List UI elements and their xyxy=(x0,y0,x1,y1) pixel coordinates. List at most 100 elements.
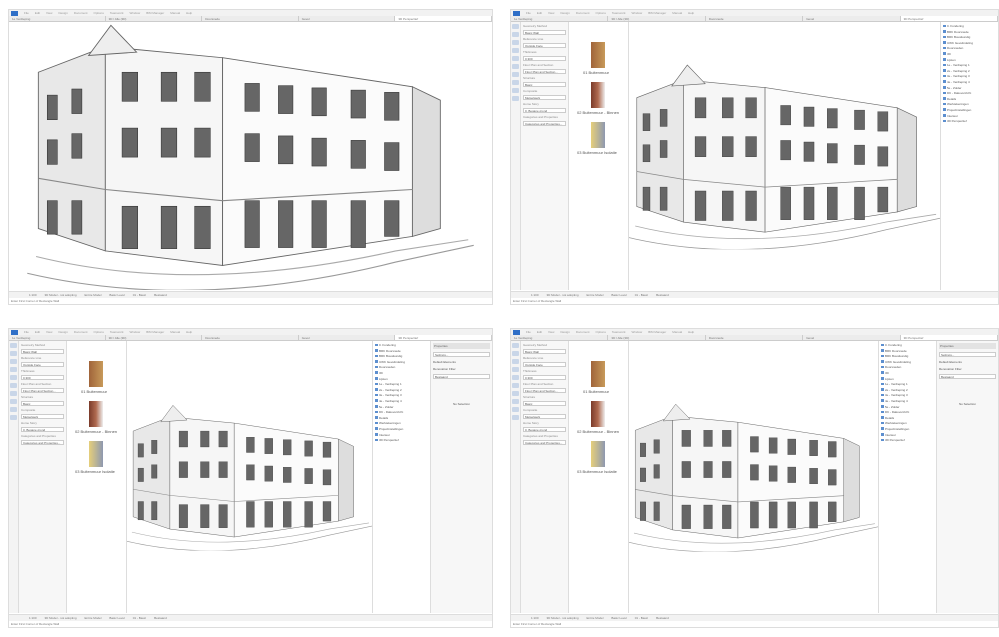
home-story-select[interactable]: 0. Begane grond xyxy=(21,427,64,432)
favorite-swatch-3[interactable] xyxy=(89,441,103,467)
menu-help[interactable]: Help xyxy=(186,330,192,334)
navigator-item[interactable]: BRK Doorsnede xyxy=(375,349,428,353)
favorite-swatch-3[interactable] xyxy=(591,441,605,467)
navigator-item[interactable]: UWK Gevelindeling xyxy=(881,360,934,364)
menu-edit[interactable]: Edit xyxy=(35,11,40,15)
favorite-swatch-1[interactable] xyxy=(591,361,605,387)
navigator-item[interactable]: Werktekeningen xyxy=(943,102,996,106)
tool-arrow-icon[interactable] xyxy=(10,343,17,348)
menu-file[interactable]: File xyxy=(526,330,531,334)
tool-window-icon[interactable] xyxy=(512,72,519,77)
menu-edit[interactable]: Edit xyxy=(35,330,40,334)
tool-stair-icon[interactable] xyxy=(10,407,17,412)
navigator-item[interactable]: Interieur xyxy=(375,433,428,437)
menu-manual[interactable]: Manual xyxy=(170,330,180,334)
geometry-field[interactable]: Basic Wall xyxy=(21,349,64,354)
level-select[interactable]: Basic Level xyxy=(109,616,124,620)
favorite-label-3[interactable]: 03 Buitenmuur Isolatie xyxy=(577,150,617,155)
navigator-item[interactable]: 5e - Zolder xyxy=(943,86,996,90)
settings-button[interactable]: Settings... xyxy=(939,352,996,357)
menu-view[interactable]: View xyxy=(46,11,52,15)
navigator-item[interactable]: BRK Bouwkundig xyxy=(943,35,996,39)
favorite-swatch-1[interactable] xyxy=(591,42,605,68)
navigator-item[interactable]: 4e - Verdieping 4 xyxy=(943,80,996,84)
model-view-select[interactable]: 3D Model - not adopting xyxy=(547,616,579,620)
navigator-item[interactable]: 2e - Verdieping 2 xyxy=(943,69,996,73)
navigator-item[interactable]: DK - Dakoverzicht xyxy=(943,91,996,95)
3d-viewport[interactable] xyxy=(629,341,878,613)
menu-manual[interactable]: Manual xyxy=(672,11,682,15)
tab-floor-plan[interactable]: 1e Verdieping xyxy=(511,335,609,340)
renovation-select[interactable]: Bestaand xyxy=(656,293,669,297)
home-story-select[interactable]: 0. Begane grond xyxy=(523,427,566,432)
layer-combination-select[interactable]: Entire Model xyxy=(587,616,604,620)
floor-plan-button[interactable]: Floor Plan and Section... xyxy=(523,69,566,74)
reference-line-field[interactable]: Outside Face xyxy=(523,362,566,367)
tool-wall-icon[interactable] xyxy=(512,351,519,356)
pen-set-select[interactable]: 01 - Basic xyxy=(635,293,648,297)
favorite-swatch-1[interactable] xyxy=(89,361,103,387)
thickness-field[interactable]: 0,300 xyxy=(523,56,566,61)
structure-field[interactable]: Basic xyxy=(523,401,566,406)
tool-slab-icon[interactable] xyxy=(512,375,519,380)
geometry-field[interactable]: Basic Wall xyxy=(523,30,566,35)
renovation-filter-select[interactable]: Bestaand xyxy=(433,374,490,379)
model-view-select[interactable]: 3D Model - not adopting xyxy=(45,293,77,297)
menu-options[interactable]: Options xyxy=(596,330,606,334)
navigator-item[interactable]: BRK Bouwkundig xyxy=(375,354,428,358)
menu-view[interactable]: View xyxy=(46,330,52,334)
structure-field[interactable]: Basic xyxy=(21,401,64,406)
categories-button[interactable]: Categories and Properties... xyxy=(523,440,566,445)
level-select[interactable]: Basic Level xyxy=(109,293,124,297)
navigator-item[interactable]: 0. Fundering xyxy=(943,24,996,28)
tool-slab-icon[interactable] xyxy=(10,375,17,380)
menu-document[interactable]: Document xyxy=(74,11,88,15)
navigator-item[interactable]: DK - Dakoverzicht xyxy=(881,410,934,414)
scale-select[interactable]: 1:100 xyxy=(29,293,37,297)
menu-file[interactable]: File xyxy=(24,11,29,15)
navigator-item[interactable]: 0. Fundering xyxy=(881,343,934,347)
tab-elevation[interactable]: Gevel xyxy=(803,16,901,21)
menu-teamwork[interactable]: Teamwork xyxy=(612,330,626,334)
renovation-select[interactable]: Bestaand xyxy=(656,616,669,620)
pen-set-select[interactable]: 01 - Basic xyxy=(133,616,146,620)
floor-plan-button[interactable]: Floor Plan and Section... xyxy=(523,388,566,393)
menu-design[interactable]: Design xyxy=(560,11,569,15)
tool-door-icon[interactable] xyxy=(10,399,17,404)
navigator-item[interactable]: BRK Bouwkundig xyxy=(881,354,934,358)
tab-3d[interactable]: 3D / Alle (3D) xyxy=(608,16,706,21)
menu-bim-manager[interactable]: BIM Manager xyxy=(146,11,164,15)
menu-view[interactable]: View xyxy=(548,330,554,334)
tab-3d[interactable]: 3D / Alle (3D) xyxy=(106,335,203,340)
structure-field[interactable]: Basic xyxy=(523,82,566,87)
navigator-item[interactable]: Projectinstellingen xyxy=(375,427,428,431)
navigator-item[interactable]: Projectinstellingen xyxy=(943,108,996,112)
categories-button[interactable]: Categories and Properties... xyxy=(21,440,64,445)
navigator-item[interactable]: Doorsneden xyxy=(943,46,996,50)
tab-elevation[interactable]: Gevel xyxy=(299,335,396,340)
navigator-item[interactable]: Projectinstellingen xyxy=(881,427,934,431)
favorite-swatch-3[interactable] xyxy=(591,122,605,148)
composite-select[interactable]: Metselwerk xyxy=(21,414,64,419)
model-view-select[interactable]: 3D Model - not adopting xyxy=(45,616,77,620)
navigator-item[interactable]: 3D Perspectief xyxy=(881,438,934,442)
tab-3d[interactable]: 3D / Alle (3D) xyxy=(608,335,706,340)
navigator-item[interactable]: 2e - Verdieping 2 xyxy=(881,388,934,392)
tool-beam-icon[interactable] xyxy=(512,48,519,53)
navigator-item[interactable]: 3D xyxy=(943,52,996,56)
tool-door-icon[interactable] xyxy=(512,80,519,85)
favorite-label-1[interactable]: 01 Buitenmuur xyxy=(583,389,609,394)
pen-set-select[interactable]: 01 - Basic xyxy=(635,616,648,620)
tool-column-icon[interactable] xyxy=(512,359,519,364)
menu-bim-manager[interactable]: BIM Manager xyxy=(648,11,666,15)
model-view-select[interactable]: 3D Model - not adopting xyxy=(547,293,579,297)
tab-3d-perspective[interactable]: 3D Perspectief xyxy=(900,335,998,340)
pen-set-select[interactable]: 01 - Basic xyxy=(133,293,146,297)
favorite-label-3[interactable]: 03 Buitenmuur Isolatie xyxy=(75,469,115,474)
level-select[interactable]: Basic Level xyxy=(611,293,626,297)
tool-arrow-icon[interactable] xyxy=(512,343,519,348)
tab-floor-plan[interactable]: 1e Verdieping xyxy=(9,335,106,340)
menu-window[interactable]: Window xyxy=(130,330,141,334)
menu-edit[interactable]: Edit xyxy=(537,11,542,15)
tab-elevation[interactable]: Gevel xyxy=(803,335,901,340)
